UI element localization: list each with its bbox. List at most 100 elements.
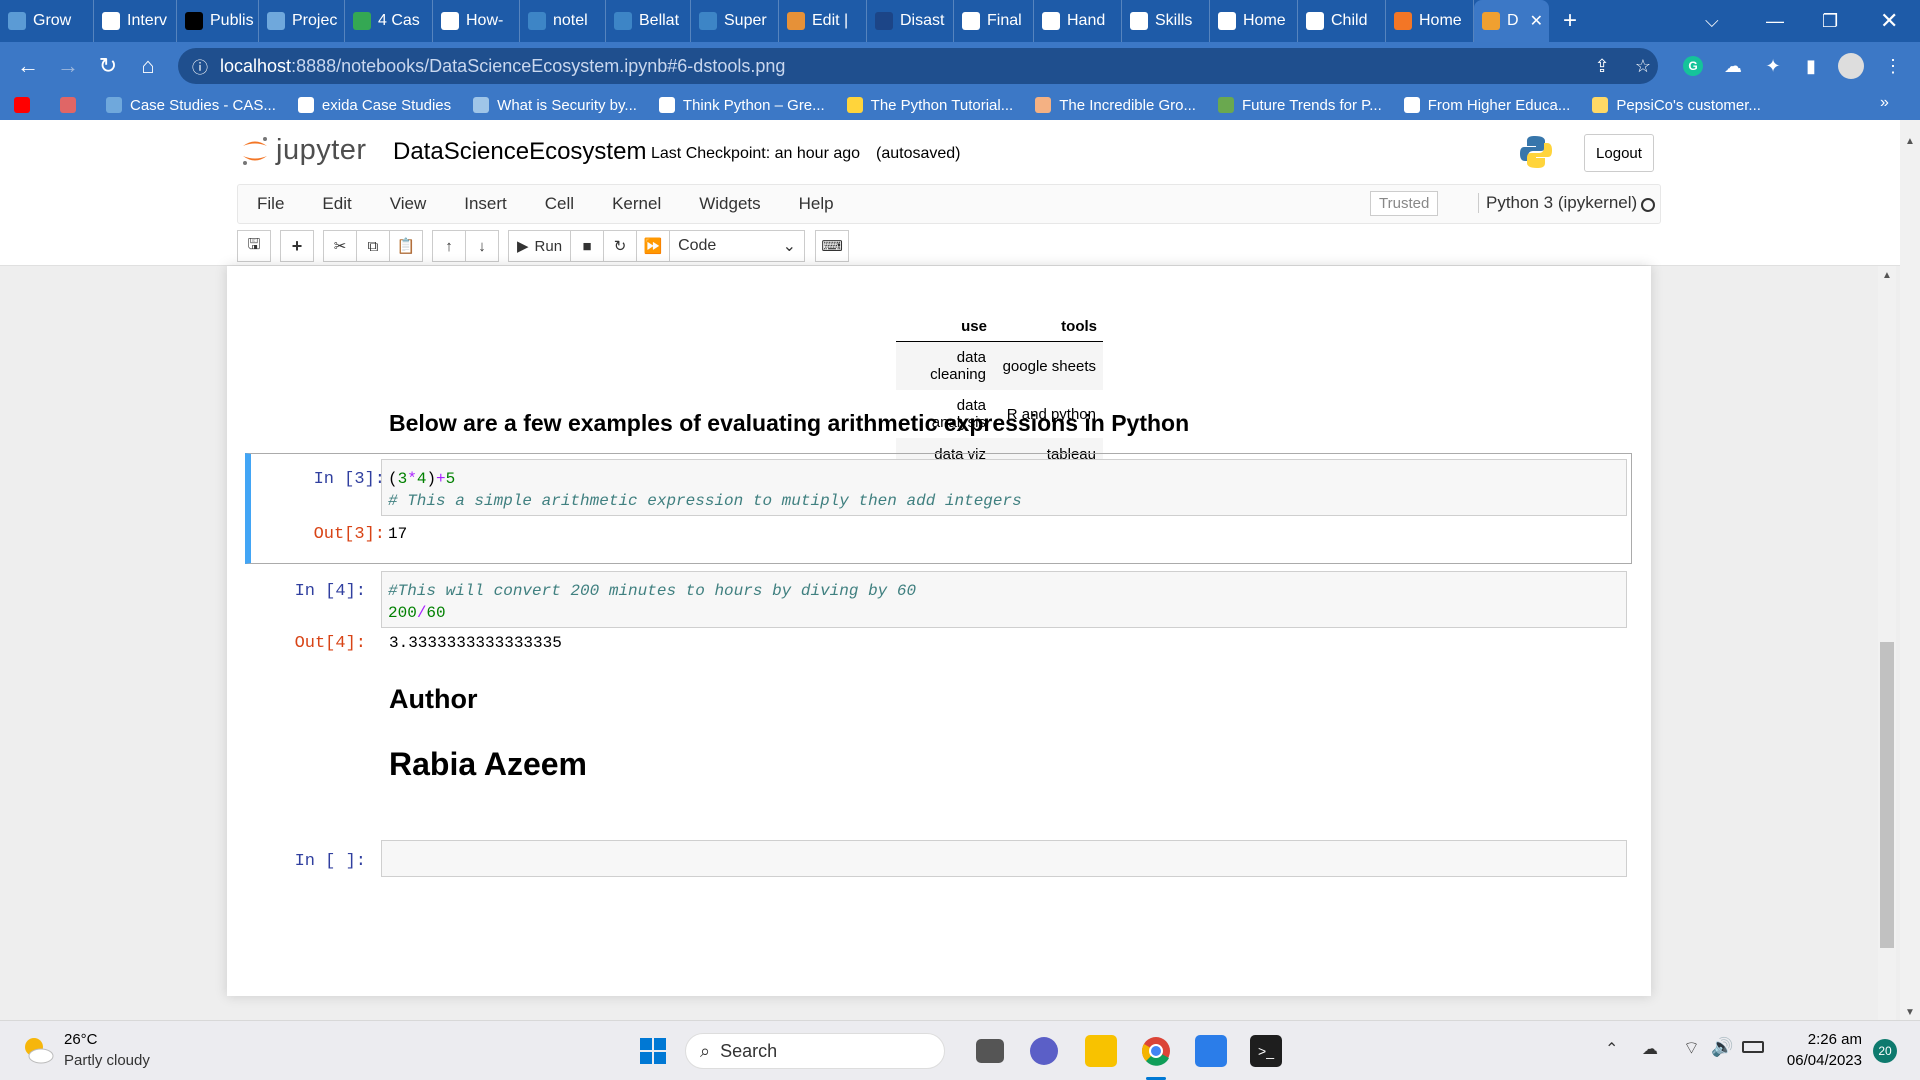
terminal-icon[interactable]: >_ (1250, 1035, 1282, 1067)
browser-tab[interactable]: Grow (0, 0, 94, 42)
url-bar[interactable]: ⓘ localhost:8888/notebooks/DataScienceEc… (178, 48, 1658, 84)
page-scroll-up-icon[interactable]: ▲ (1905, 136, 1915, 147)
microsoft-store-icon[interactable] (1195, 1035, 1227, 1067)
bookmark-item[interactable] (60, 97, 84, 113)
logout-button[interactable]: Logout (1584, 134, 1654, 172)
file-explorer-icon[interactable] (1085, 1035, 1117, 1067)
bookmark-item[interactable]: From Higher Educa... (1403, 97, 1570, 114)
cell-type-select[interactable]: Code ⌄ (669, 230, 806, 262)
page-scrollbar[interactable]: ▲ ▼ (1900, 120, 1920, 1020)
back-icon[interactable]: ← (8, 53, 48, 79)
browser-tab[interactable]: Publis (177, 0, 259, 42)
menu-item-edit[interactable]: Edit (303, 194, 370, 214)
windows-start-icon[interactable] (637, 1035, 669, 1067)
insert-cell-plus-icon[interactable]: + (280, 230, 314, 262)
battery-icon[interactable] (1742, 1041, 1764, 1053)
empty-code-cell[interactable]: In [ ]: (246, 766, 1631, 877)
browser-tab[interactable]: Projec (259, 0, 345, 42)
task-view-icon[interactable] (976, 1039, 1004, 1063)
bookmark-item[interactable]: Case Studies - CAS... (106, 97, 276, 114)
weather-description[interactable]: Partly cloudy (64, 1052, 150, 1069)
new-tab-button[interactable]: + (1549, 7, 1591, 35)
restore-button[interactable]: ❐ (1822, 0, 1838, 42)
scroll-up-arrow-icon[interactable]: ▲ (1882, 270, 1892, 281)
bookmark-item[interactable] (14, 97, 38, 113)
cell-4-input[interactable]: #This will convert 200 minutes to hours … (381, 571, 1627, 628)
onedrive-icon[interactable]: ☁ (1642, 1039, 1658, 1059)
close-window-button[interactable]: ✕ (1880, 0, 1898, 42)
notebook-scrollbar-thumb[interactable] (1880, 642, 1894, 948)
browser-tab[interactable]: Interv (94, 0, 177, 42)
chrome-icon[interactable] (1140, 1035, 1172, 1067)
weather-temperature[interactable]: 26°C (64, 1031, 98, 1048)
save-icon[interactable]: 🖫 (237, 230, 271, 262)
cloud-extension-icon[interactable]: ☁ (1718, 51, 1748, 81)
keyboard-shortcuts-icon[interactable]: ⌨ (815, 230, 850, 262)
browser-tab[interactable]: Disast (867, 0, 954, 42)
code-cell-4[interactable]: In [4]: #This will convert 200 minutes t… (246, 564, 1631, 664)
browser-tab[interactable]: Child (1298, 0, 1386, 42)
browser-tab[interactable]: D ✕ (1474, 0, 1549, 42)
clock-time[interactable]: 2:26 am (1782, 1031, 1862, 1048)
bookmark-item[interactable]: Think Python – Gre... (658, 97, 825, 114)
menu-item-cell[interactable]: Cell (526, 194, 593, 214)
bookmark-item[interactable]: exida Case Studies (297, 97, 451, 114)
browser-tab[interactable]: Edit | (779, 0, 867, 42)
clock-date[interactable]: 06/04/2023 (1772, 1052, 1862, 1069)
close-tab-icon[interactable]: ✕ (1530, 11, 1543, 31)
browser-tab[interactable]: 4 Cas (345, 0, 433, 42)
move-up-arrow-icon[interactable]: ↑ (432, 230, 466, 262)
empty-cell-input[interactable] (381, 840, 1627, 877)
minimize-button[interactable]: — (1766, 0, 1784, 42)
browser-tab[interactable]: Skills (1122, 0, 1210, 42)
teams-chat-icon[interactable] (1030, 1037, 1058, 1065)
browser-tab[interactable]: Super (691, 0, 779, 42)
share-icon[interactable]: ⇪ (1587, 51, 1617, 81)
side-panel-icon[interactable]: ▮ (1796, 51, 1826, 81)
tab-search-chevron-icon[interactable]: ⌵ (1705, 0, 1719, 42)
restart-kernel-icon[interactable]: ↻ (603, 230, 638, 262)
browser-tab[interactable]: Hand (1034, 0, 1122, 42)
menu-item-file[interactable]: File (238, 194, 303, 214)
wifi-icon[interactable]: ⌔ (1683, 1037, 1700, 1060)
browser-tab[interactable]: How- (433, 0, 520, 42)
menu-item-view[interactable]: View (371, 194, 446, 214)
jupyter-logo[interactable]: jupyter (240, 134, 367, 167)
forward-icon[interactable]: → (48, 53, 88, 79)
notification-badge[interactable]: 20 (1873, 1039, 1897, 1063)
taskbar-search-box[interactable]: ⌕ Search (685, 1033, 945, 1069)
extensions-puzzle-icon[interactable]: ✦ (1758, 51, 1788, 81)
run-button[interactable]: ▶ Run (508, 230, 572, 262)
more-bookmarks-button[interactable]: » (1880, 94, 1889, 112)
bookmark-item[interactable]: PepsiCo's customer... (1592, 97, 1761, 114)
cut-scissors-icon[interactable]: ✂ (323, 230, 357, 262)
browser-tab[interactable]: Bellat (606, 0, 691, 42)
cell-3-input[interactable]: (3*4)+5 # This a simple arithmetic expre… (381, 459, 1627, 516)
browser-tab[interactable]: Home (1210, 0, 1298, 42)
bookmark-item[interactable]: Future Trends for P... (1217, 97, 1382, 114)
menu-item-help[interactable]: Help (780, 194, 853, 214)
restart-run-all-fast-forward-icon[interactable]: ⏩ (636, 230, 671, 262)
browser-tab[interactable]: notel (520, 0, 606, 42)
code-cell-3[interactable]: In [3]: (3*4)+5 # This a simple arithmet… (245, 453, 1632, 564)
menu-item-widgets[interactable]: Widgets (680, 194, 779, 214)
browser-tab[interactable]: Final (954, 0, 1034, 42)
browser-menu-icon[interactable]: ⋮ (1878, 51, 1908, 81)
show-hidden-icons-chevron-icon[interactable]: ⌃ (1605, 1039, 1618, 1059)
bookmark-item[interactable]: The Incredible Gro... (1035, 97, 1196, 114)
grammarly-extension-icon[interactable]: G (1678, 51, 1708, 81)
weather-partly-cloudy-icon[interactable] (20, 1033, 56, 1069)
notebook-scrollbar[interactable]: ▲ (1878, 266, 1896, 1020)
kernel-name[interactable]: Python 3 (ipykernel) (1478, 193, 1637, 213)
trusted-indicator[interactable]: Trusted (1370, 191, 1439, 216)
browser-tab[interactable]: Home (1386, 0, 1474, 42)
notebook-name[interactable]: DataScienceEcosystem (393, 138, 646, 166)
volume-icon[interactable]: 🔊 (1711, 1037, 1733, 1058)
paste-icon[interactable]: 📋 (389, 230, 423, 262)
reload-icon[interactable]: ↻ (88, 53, 128, 79)
move-down-arrow-icon[interactable]: ↓ (465, 230, 499, 262)
page-scroll-down-icon[interactable]: ▼ (1905, 1007, 1915, 1018)
menu-item-insert[interactable]: Insert (445, 194, 526, 214)
site-info-icon[interactable]: ⓘ (192, 54, 208, 78)
home-icon[interactable]: ⌂ (128, 53, 168, 79)
